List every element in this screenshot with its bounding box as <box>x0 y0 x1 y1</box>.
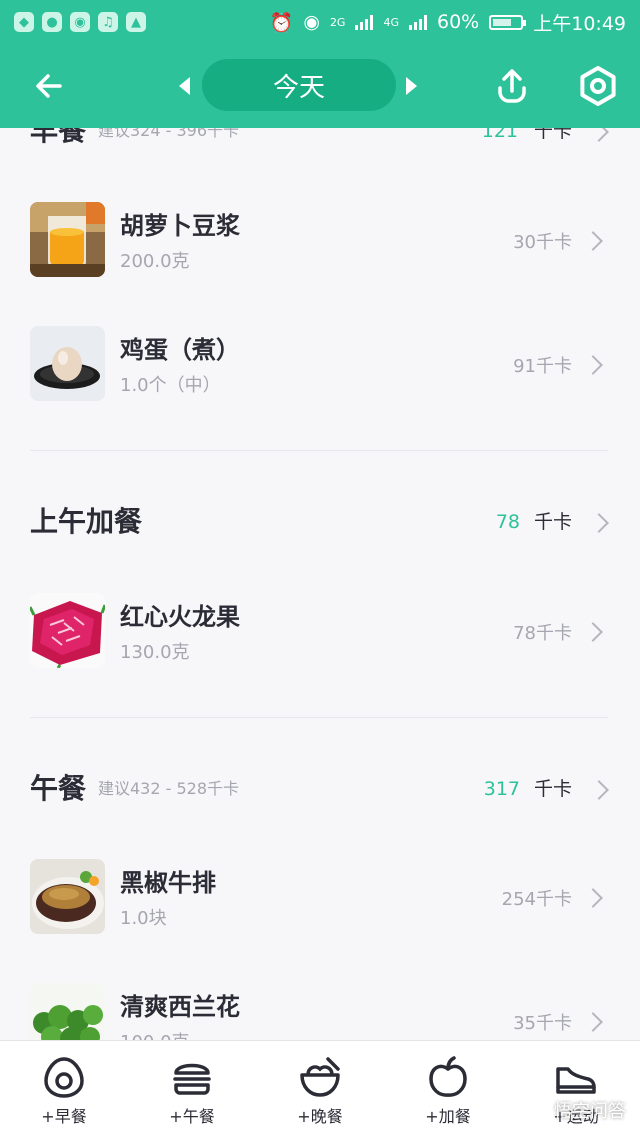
add-breakfast-button[interactable]: +早餐 <box>0 1041 128 1139</box>
status-bar: ◆ ● ◉ ♫ ▲ ⏰ ◉ 2G 4G 60% 上午10:49 <box>0 0 640 44</box>
message-icon: ◉ <box>70 12 90 32</box>
add-exercise-button[interactable]: +运动 <box>512 1041 640 1139</box>
burger-icon <box>173 1063 211 1095</box>
sneaker-icon <box>556 1067 596 1094</box>
nav-label: +早餐 <box>41 1107 87 1126</box>
food-name: 胡萝卜豆浆 <box>120 212 240 240</box>
add-lunch-button[interactable]: +午餐 <box>128 1041 256 1139</box>
network-4g-label: 4G <box>383 15 399 29</box>
food-kcal: 254千卡 <box>501 889 572 910</box>
food-item[interactable]: 黑椒牛排 1.0块 254千卡 <box>30 859 610 935</box>
apple-icon <box>429 1056 467 1097</box>
chevron-right-icon <box>583 622 603 642</box>
signal-icon <box>355 14 374 30</box>
meal-kcal: 317 <box>483 778 520 800</box>
signal-icon-2 <box>409 14 427 30</box>
food-photo-egg <box>30 326 105 401</box>
alarm-icon: ⏰ <box>269 11 294 34</box>
food-name: 红心火龙果 <box>120 603 240 631</box>
meal-list[interactable]: 早餐 建议324 - 396千卡 121 千卡 胡萝卜豆浆 200.0克 30千… <box>0 128 640 1040</box>
food-amount: 100.0克 <box>120 1028 190 1040</box>
previous-day-icon[interactable] <box>179 77 190 95</box>
nav-label: +加餐 <box>425 1107 471 1126</box>
music-icon: ♫ <box>98 12 118 32</box>
chevron-right-icon <box>589 513 609 533</box>
food-photo-dragonfruit <box>30 593 105 668</box>
nav-label: +午餐 <box>169 1107 215 1126</box>
meal-kcal-unit: 千卡 <box>533 511 572 533</box>
chevron-right-icon <box>583 888 603 908</box>
meal-header-snack[interactable]: 上午加餐 78 千卡 <box>30 497 610 547</box>
meal-header-breakfast[interactable]: 早餐 建议324 - 396千卡 121 千卡 <box>30 128 610 156</box>
meal-suggestion: 建议324 - 396千卡 <box>98 128 240 140</box>
food-kcal: 78千卡 <box>513 623 572 644</box>
clock: 上午10:49 <box>533 12 626 35</box>
back-arrow-icon[interactable] <box>30 66 70 106</box>
egg-icon <box>44 1057 84 1098</box>
chevron-right-icon <box>583 231 603 251</box>
food-photo-steak <box>30 859 105 934</box>
food-item[interactable]: 鸡蛋（煮） 1.0个（中） 91千卡 <box>30 326 610 402</box>
eye-icon: ◉ <box>303 11 320 33</box>
nav-label: +晚餐 <box>297 1107 343 1126</box>
meal-suggestion: 建议432 - 528千卡 <box>98 779 240 798</box>
food-item[interactable]: 清爽西兰花 100.0克 35千卡 <box>30 983 610 1040</box>
food-amount: 200.0克 <box>120 251 190 272</box>
wechat-icon: ● <box>42 12 62 32</box>
rice-bowl-icon <box>300 1057 340 1097</box>
chevron-right-icon <box>583 355 603 375</box>
section-divider <box>30 450 608 451</box>
chevron-right-icon <box>583 1012 603 1032</box>
meal-kcal: 121 <box>481 128 518 142</box>
food-photo-broccoli <box>30 983 105 1040</box>
network-2g-label: 2G <box>329 15 346 29</box>
app-bar: 今天 <box>0 44 640 128</box>
watermark: 悟空问答 <box>554 1101 626 1122</box>
food-kcal: 30千卡 <box>513 232 572 253</box>
chevron-right-icon <box>589 780 609 800</box>
battery-icon <box>489 14 527 30</box>
app-store-icon: ▲ <box>126 12 146 32</box>
food-amount: 1.0个（中） <box>120 375 221 396</box>
food-item[interactable]: 红心火龙果 130.0克 78千卡 <box>30 593 610 669</box>
food-name: 清爽西兰花 <box>120 993 240 1021</box>
meal-title: 午餐 <box>30 772 87 805</box>
food-kcal: 35千卡 <box>513 1013 572 1034</box>
section-divider <box>30 717 608 718</box>
meal-kcal-unit: 千卡 <box>533 778 572 800</box>
bottom-nav: +早餐 +午餐 +晚餐 +加餐 +运动 <box>0 1040 640 1139</box>
meal-header-lunch[interactable]: 午餐 建议432 - 528千卡 317 千卡 <box>30 764 610 814</box>
shield-app-icon: ◆ <box>14 12 34 32</box>
add-dinner-button[interactable]: +晚餐 <box>256 1041 384 1139</box>
food-photo-soymilk <box>30 202 105 277</box>
next-day-icon[interactable] <box>406 77 417 95</box>
notification-icons: ◆ ● ◉ ♫ ▲ <box>14 12 146 32</box>
food-amount: 1.0块 <box>120 908 167 929</box>
add-snack-button[interactable]: +加餐 <box>384 1041 512 1139</box>
food-amount: 130.0克 <box>120 642 190 663</box>
food-name: 黑椒牛排 <box>120 869 216 897</box>
food-kcal: 91千卡 <box>513 356 572 377</box>
meal-kcal: 78 <box>495 511 520 533</box>
battery-percent: 60% <box>437 11 480 33</box>
meal-title: 上午加餐 <box>30 505 143 538</box>
settings-icon[interactable] <box>576 64 620 108</box>
date-label: 今天 <box>272 72 325 103</box>
meal-title: 早餐 <box>30 128 87 147</box>
chevron-right-icon <box>589 128 609 142</box>
food-name: 鸡蛋（煮） <box>120 336 240 364</box>
meal-kcal-unit: 千卡 <box>533 128 572 142</box>
food-item[interactable]: 胡萝卜豆浆 200.0克 30千卡 <box>30 202 610 278</box>
share-upload-icon[interactable] <box>490 64 534 108</box>
date-selector[interactable]: 今天 <box>202 59 396 111</box>
